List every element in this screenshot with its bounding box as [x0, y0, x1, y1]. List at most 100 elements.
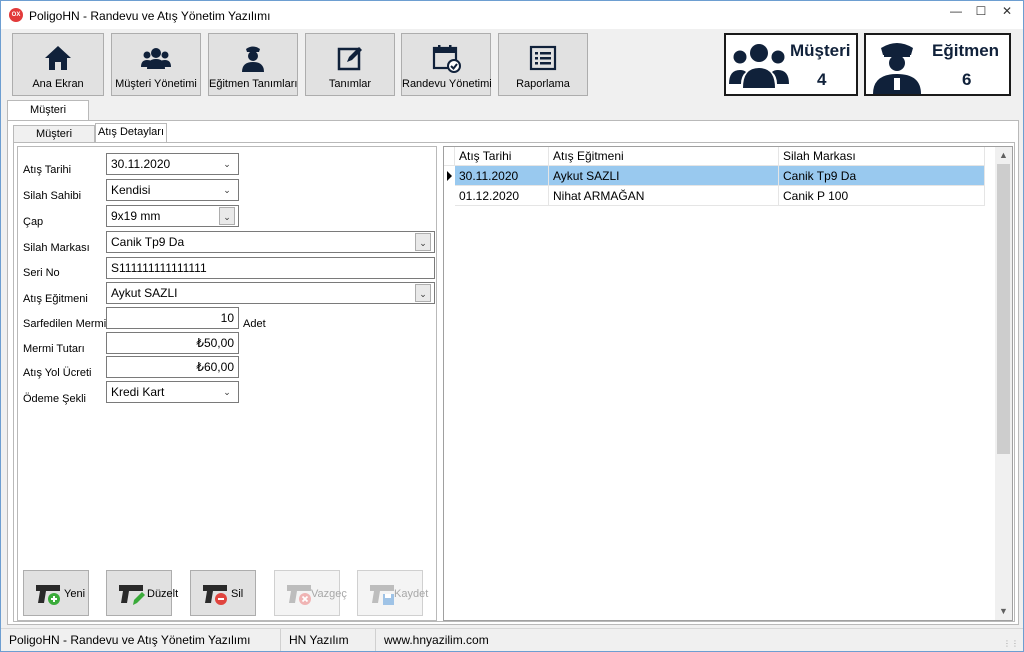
chevron-down-icon[interactable]: ⌄	[219, 207, 235, 225]
gun-owner-select[interactable]: Kendisi ⌄	[106, 179, 239, 201]
serial-no-input[interactable]: S111111111111111	[106, 257, 435, 279]
gun-brand-select[interactable]: Canik Tp9 Da ⌄	[106, 231, 435, 253]
shooting-records-grid: Atış Tarihi Atış Eğitmeni Silah Markası …	[443, 146, 1013, 621]
tab-customer-definitions[interactable]: Müşteri Tanımları	[13, 125, 95, 157]
edit-button[interactable]: Düzelt	[106, 570, 178, 616]
cell-date: 01.12.2020	[455, 186, 549, 206]
cell-instructor: Aykut SAZLI	[549, 166, 779, 186]
definitions-label: Tanımlar	[328, 78, 372, 90]
scroll-down-icon[interactable]: ▼	[995, 603, 1012, 620]
gun-delete-icon	[203, 585, 227, 605]
save-button[interactable]: Kaydet	[357, 570, 428, 616]
reporting-button[interactable]: Raporlama	[498, 33, 588, 96]
resize-grip-icon[interactable]: ⋮⋮	[1003, 639, 1019, 648]
edit-icon	[337, 47, 362, 71]
status-bar: PoligoHN - Randevu ve Atış Yönetim Yazıl…	[1, 628, 1023, 651]
cancel-button-label: Vazgeç	[311, 588, 347, 600]
calendar-check-icon	[432, 45, 461, 73]
range-fee-label: Atış Yol Ücreti	[23, 367, 92, 379]
chevron-down-icon[interactable]: ⌄	[415, 233, 431, 251]
scroll-thumb[interactable]	[997, 164, 1010, 454]
grid-header: Atış Tarihi Atış Eğitmeni Silah Markası	[444, 147, 996, 166]
title-bar: OX PoligoHN - Randevu ve Atış Yönetim Ya…	[1, 1, 1023, 29]
row-header	[444, 186, 455, 206]
payment-method-label: Ödeme Şekli	[23, 393, 86, 405]
new-button-label: Yeni	[64, 588, 86, 600]
cell-date: 30.11.2020	[455, 166, 549, 186]
users-icon	[729, 44, 789, 88]
shooting-details-panel: Atış Tarihi 30.11.2020 ⌄ Silah Sahibi Ke…	[13, 142, 1015, 622]
column-header-date[interactable]: Atış Tarihi	[455, 147, 549, 166]
officer-icon	[242, 46, 264, 72]
cell-brand: Canik P 100	[779, 186, 985, 206]
gun-brand-label: Silah Markası	[23, 242, 90, 254]
ammo-unit-label: Adet	[243, 318, 266, 330]
app-logo-icon: OX	[9, 8, 23, 22]
shooting-date-picker[interactable]: 30.11.2020 ⌄	[106, 153, 239, 175]
officer-icon	[873, 43, 921, 94]
range-fee-input[interactable]: ₺60,00	[106, 356, 239, 378]
row-pointer	[444, 166, 455, 186]
customer-management-label: Müşteri Yönetimi	[115, 78, 197, 90]
customer-count-card: Müşteri 4	[724, 33, 858, 96]
grid-vertical-scrollbar[interactable]: ▲ ▼	[995, 147, 1012, 620]
status-app-name: PoligoHN - Randevu ve Atış Yönetim Yazıl…	[1, 629, 281, 651]
ammo-used-input[interactable]: 10	[106, 307, 239, 329]
instructor-definitions-button[interactable]: Eğitmen Tanımları	[208, 33, 298, 96]
delete-button[interactable]: Sil	[190, 570, 256, 616]
column-header-instructor[interactable]: Atış Eğitmeni	[549, 147, 779, 166]
table-row[interactable]: 30.11.2020 Aykut SAZLI Canik Tp9 Da	[444, 166, 985, 186]
home-button-label: Ana Ekran	[32, 78, 84, 90]
cancel-button[interactable]: Vazgeç	[274, 570, 347, 616]
ammo-cost-label: Mermi Tutarı	[23, 343, 85, 355]
instructor-count-value: 6	[962, 70, 972, 89]
table-row[interactable]: 01.12.2020 Nihat ARMAĞAN Canik P 100	[444, 186, 985, 206]
customer-management-panel: Müşteri Tanımları Atış Detayları Atış Ta…	[7, 120, 1019, 625]
gun-owner-value: Kendisi	[111, 183, 151, 197]
ammo-cost-input[interactable]: ₺50,00	[106, 332, 239, 354]
chevron-down-icon[interactable]: ⌄	[219, 155, 235, 173]
caliber-label: Çap	[23, 216, 44, 228]
tab-shooting-details[interactable]: Atış Detayları	[95, 123, 167, 143]
main-toolbar: Ana Ekran Müşteri Yönetimi Eğitmen Tanım…	[1, 29, 1023, 100]
row-pointer-icon	[447, 171, 452, 181]
app-window: OX PoligoHN - Randevu ve Atış Yönetim Ya…	[0, 0, 1024, 652]
definitions-button[interactable]: Tanımlar	[305, 33, 395, 96]
shooting-date-value: 30.11.2020	[111, 157, 171, 171]
cell-brand: Canik Tp9 Da	[779, 166, 985, 186]
delete-button-label: Sil	[231, 588, 244, 600]
chevron-down-icon[interactable]: ⌄	[415, 284, 431, 302]
caliber-value: 9x19 mm	[111, 209, 161, 223]
gun-brand-value: Canik Tp9 Da	[111, 235, 185, 249]
payment-method-value: Kredi Kart	[111, 385, 165, 399]
reporting-label: Raporlama	[516, 78, 570, 90]
status-website[interactable]: www.hnyazilim.com	[376, 629, 576, 651]
instructor-count-label: Eğitmen	[932, 41, 1000, 60]
report-icon	[529, 45, 557, 71]
customer-management-button[interactable]: Müşteri Yönetimi	[111, 33, 201, 96]
maximize-button[interactable]: ☐	[968, 1, 994, 21]
chevron-down-icon[interactable]: ⌄	[219, 383, 235, 401]
tab-customer-management[interactable]: Müşteri Yönetimi	[7, 100, 89, 135]
customer-count-label: Müşteri	[790, 41, 851, 60]
save-button-label: Kaydet	[394, 588, 429, 600]
appointment-management-button[interactable]: Randevu Yönetimi	[401, 33, 492, 96]
instructor-definitions-label: Eğitmen Tanımları	[209, 78, 298, 90]
shooting-form: Atış Tarihi 30.11.2020 ⌄ Silah Sahibi Ke…	[17, 146, 437, 621]
shooting-date-label: Atış Tarihi	[23, 164, 72, 176]
minimize-button[interactable]: —	[943, 1, 969, 21]
chevron-down-icon[interactable]: ⌄	[219, 181, 235, 199]
column-header-brand[interactable]: Silah Markası	[779, 147, 985, 166]
appointment-management-label: Randevu Yönetimi	[402, 78, 492, 90]
ammo-used-label: Sarfedilen Mermi	[23, 318, 107, 330]
scroll-up-icon[interactable]: ▲	[995, 147, 1012, 164]
home-button[interactable]: Ana Ekran	[12, 33, 104, 96]
new-button[interactable]: Yeni	[23, 570, 89, 616]
instructor-count-card: Eğitmen 6	[864, 33, 1011, 96]
payment-method-select[interactable]: Kredi Kart ⌄	[106, 381, 239, 403]
gun-add-icon	[36, 585, 60, 605]
instructor-select[interactable]: Aykut SAZLI ⌄	[106, 282, 435, 304]
caliber-select[interactable]: 9x19 mm ⌄	[106, 205, 239, 227]
gun-owner-label: Silah Sahibi	[23, 190, 82, 202]
close-button[interactable]: ✕	[994, 1, 1020, 21]
